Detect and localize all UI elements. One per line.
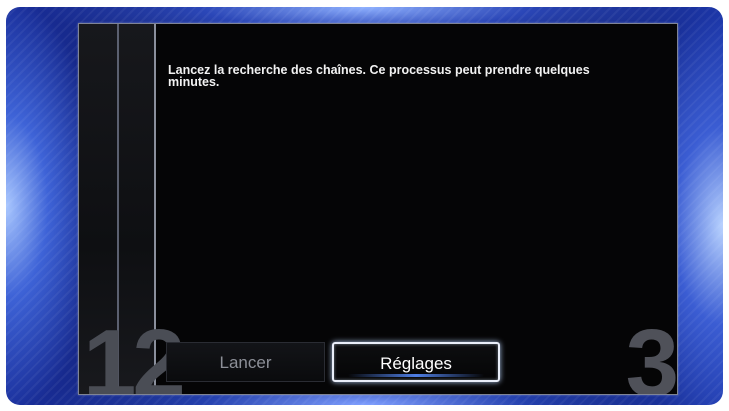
tv-screen-background: 12 Lancez la recherche des chaînes. Ce p… bbox=[6, 7, 723, 405]
step-progress-rail: 12 bbox=[79, 24, 186, 394]
next-step-number: 3 bbox=[625, 310, 677, 395]
launch-button[interactable]: Lancer bbox=[166, 342, 325, 382]
instruction-text: Lancez la recherche des chaînes. Ce proc… bbox=[168, 63, 590, 89]
channel-install-dialog: 12 Lancez la recherche des chaînes. Ce p… bbox=[78, 23, 678, 395]
settings-button[interactable]: Réglages bbox=[332, 342, 500, 382]
